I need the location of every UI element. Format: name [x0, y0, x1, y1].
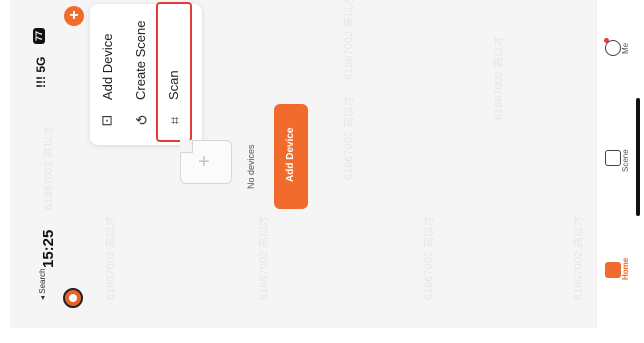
no-devices-text: No devices [246, 144, 256, 189]
add-plus-button[interactable]: + [64, 6, 84, 26]
add-device-button[interactable]: Add Device [274, 104, 308, 209]
watermark-text: 61867002 高以才 [43, 125, 55, 210]
scene-icon [605, 150, 621, 166]
add-device-icon: ⊡ [101, 112, 113, 128]
status-time: 15:25 [40, 229, 57, 268]
tab-home-label: Home [621, 257, 630, 280]
menu-item-label: Add Device [100, 33, 115, 100]
watermark-text: 61867002 高以才 [423, 215, 435, 300]
home-avatar-button[interactable] [63, 288, 83, 308]
scan-highlight-box [156, 2, 192, 142]
folded-corner-icon [180, 140, 193, 153]
tab-me[interactable]: Me [597, 20, 644, 80]
watermark-text: 61867002 高以才 [258, 215, 270, 300]
watermark-text: 61867002 高以才 [493, 35, 505, 120]
screenshot-stage: 61867002 高以才 61867002 高以才 61867002 高以才 6… [0, 0, 644, 343]
signal-indicator: !!! 5G [34, 56, 48, 88]
tab-home[interactable]: Home [597, 240, 644, 300]
watermark-text: 61867002 高以才 [343, 95, 355, 180]
phone-screen: 61867002 高以才 61867002 高以才 61867002 高以才 6… [10, 0, 596, 328]
add-device-button-label: Add Device [285, 127, 296, 182]
create-scene-icon: ⟲ [135, 112, 147, 128]
home-indicator-bar [636, 98, 640, 216]
notification-dot [604, 38, 609, 43]
menu-item-add-device[interactable]: ⊡ Add Device [90, 4, 124, 145]
menu-item-create-scene[interactable]: ⟲ Create Scene [124, 4, 158, 145]
tab-scene-label: Scene [621, 149, 630, 172]
tab-me-label: Me [621, 42, 630, 54]
no-devices-illustration: + [180, 140, 232, 184]
watermark-text: 61867002 高以才 [573, 215, 585, 300]
watermark-text: 61867002 高以才 [105, 215, 117, 300]
back-to-search-link[interactable]: ◂ Search [38, 268, 47, 300]
home-icon [605, 262, 621, 278]
plus-icon: + [198, 151, 210, 173]
battery-indicator: 77 [33, 27, 45, 44]
watermark-text: 61867002 高以才 [343, 0, 355, 80]
battery-level: 77 [33, 27, 45, 44]
menu-item-label: Create Scene [133, 20, 148, 101]
